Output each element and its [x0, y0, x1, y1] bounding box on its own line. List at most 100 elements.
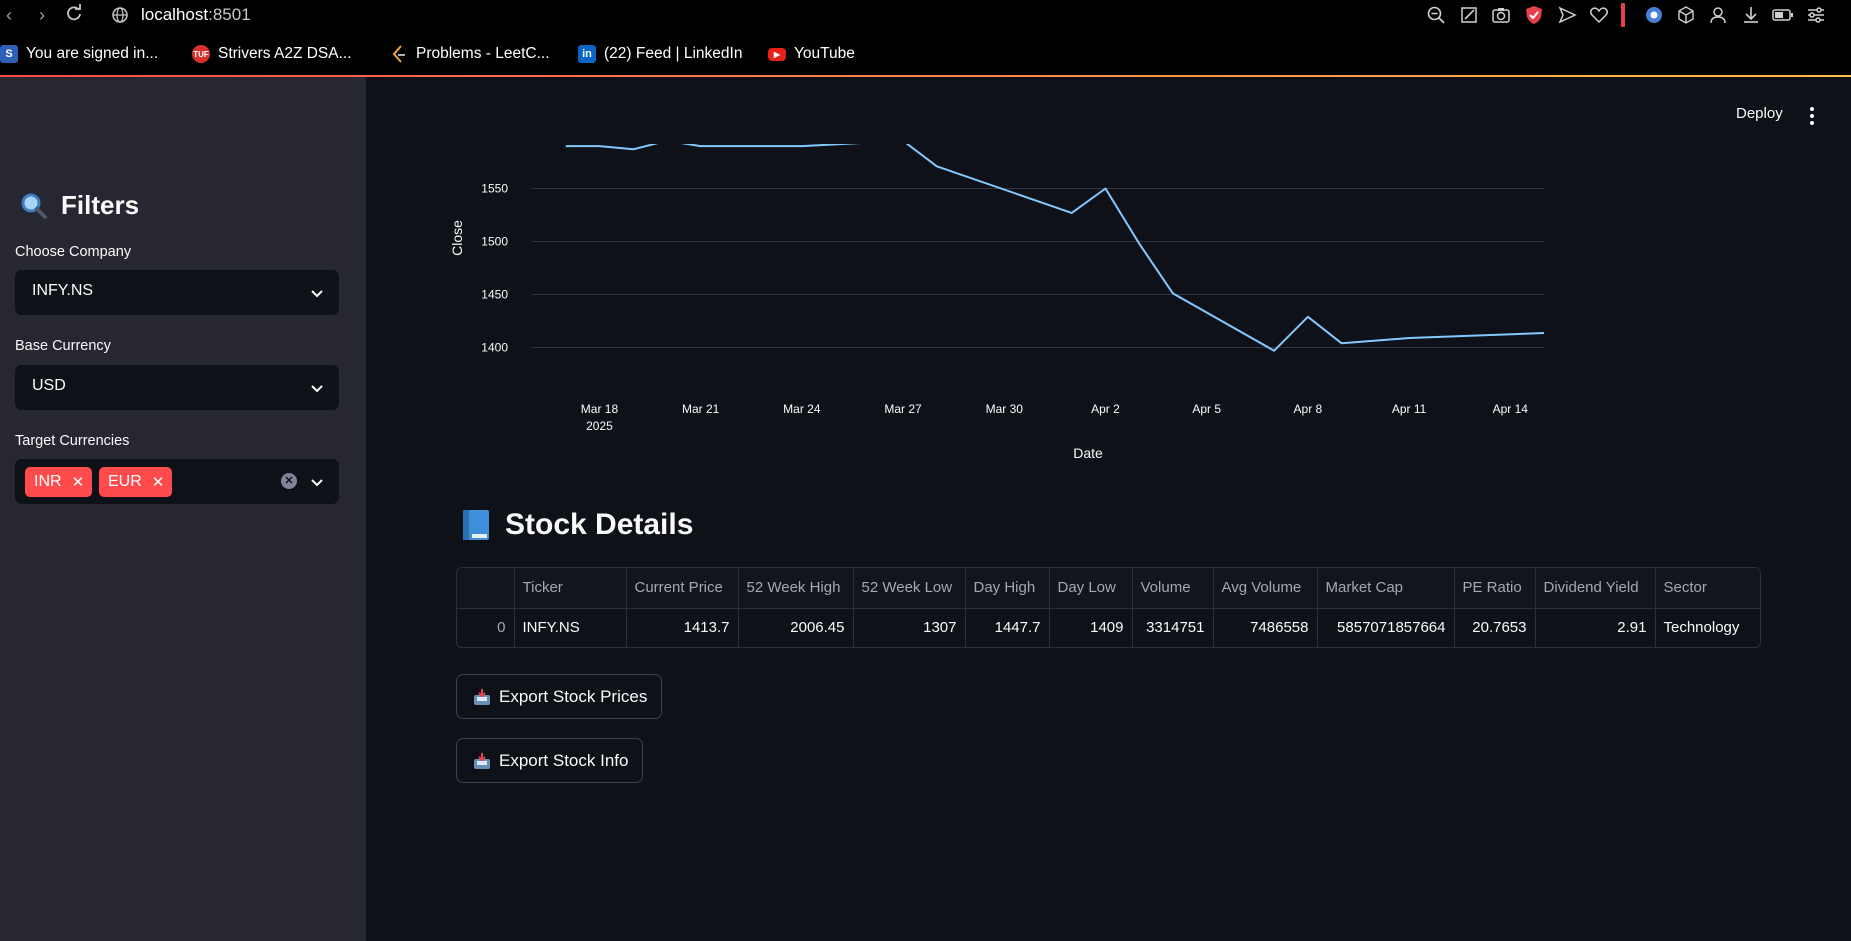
y-tick-label: 1450 [481, 288, 508, 302]
zoom-out-icon[interactable] [1425, 4, 1447, 26]
x-tick-year-label: 2025 [586, 419, 613, 433]
x-tick-label: Mar 18 [581, 402, 619, 416]
chart-series-group [565, 141, 1544, 352]
close-price-line[interactable] [565, 141, 1544, 352]
column-header[interactable]: 52 Week Low [853, 568, 966, 609]
currency-tag-label: EUR [108, 473, 142, 490]
table-cell[interactable]: 5857071857664 [1317, 608, 1455, 647]
leetcode-icon [390, 45, 408, 63]
column-header[interactable]: Current Price [626, 568, 739, 609]
table-cell[interactable]: 20.7653 [1454, 608, 1536, 647]
stock-details-table[interactable]: Ticker Current Price 52 Week High 52 Wee… [456, 567, 1761, 648]
magnifier-icon [21, 193, 47, 219]
bookmark-item[interactable]: Problems - LeetC... [390, 43, 550, 65]
x-tick-label: Apr 8 [1294, 402, 1323, 416]
base-currency-select[interactable]: USD [15, 365, 339, 410]
company-select[interactable]: INFY.NS [15, 270, 339, 315]
export-stock-prices-button[interactable]: Export Stock Prices [456, 674, 663, 719]
column-header[interactable]: PE Ratio [1454, 568, 1536, 609]
camera-icon[interactable] [1490, 4, 1512, 26]
column-header-index[interactable] [457, 568, 515, 609]
blue-book-icon [463, 510, 489, 540]
row-index-cell[interactable]: 0 [457, 608, 515, 647]
address-bar[interactable]: localhost:8501 [141, 4, 251, 26]
main-menu-icon[interactable] [1807, 106, 1817, 126]
table-cell[interactable]: 2.91 [1535, 608, 1656, 647]
forward-icon[interactable]: › [31, 4, 53, 26]
s-badge-icon: S [0, 45, 18, 63]
remove-tag-icon[interactable]: ✕ [72, 473, 85, 491]
column-header[interactable]: Sector [1655, 568, 1760, 609]
table-cell[interactable]: 1447.7 [965, 608, 1050, 647]
shield-extension-icon[interactable] [1523, 4, 1545, 26]
table-cell[interactable]: 3314751 [1132, 608, 1214, 647]
chevron-down-icon [311, 479, 323, 487]
sidebar-title-text: Filters [61, 190, 140, 220]
x-tick-label: Mar 21 [682, 402, 720, 416]
table-cell[interactable]: 2006.45 [738, 608, 854, 647]
table-cell[interactable]: INFY.NS [514, 608, 627, 647]
heart-icon[interactable] [1588, 4, 1610, 26]
bookmarks-bar: S You are signed in... TUF Strivers A2Z … [0, 30, 1851, 76]
button-label: Export Stock Prices [499, 686, 648, 706]
column-header[interactable]: Market Cap [1317, 568, 1455, 609]
table-cell[interactable]: Technology [1655, 608, 1760, 647]
remove-tag-icon[interactable]: ✕ [152, 473, 165, 491]
close-price-chart[interactable]: 1400145015001550 Mar 182025Mar 21 Mar 24 M… [440, 120, 1660, 470]
send-icon[interactable] [1556, 4, 1578, 26]
y-tick-label: 1550 [481, 182, 508, 196]
column-header[interactable]: Day High [965, 568, 1050, 609]
stock-details-heading: Stock Details [461, 508, 693, 542]
base-currency-select-value: USD [32, 377, 66, 394]
profile-icon[interactable] [1707, 4, 1729, 26]
target-currencies-multiselect[interactable]: INR ✕ EUR ✕ ✕ [15, 459, 339, 504]
column-header[interactable]: Ticker [514, 568, 627, 609]
x-axis-label: Date [1073, 445, 1103, 461]
x-axis-ticks: Mar 18 2025 Mar 21 Mar 24 Mar 27 Mar 30 Apr 2 A… [581, 402, 1528, 433]
y-tick-label: 1400 [481, 341, 508, 355]
site-info-icon[interactable] [110, 4, 132, 26]
extension-gear-icon[interactable] [1643, 4, 1665, 26]
bookmark-item[interactable]: in (22) Feed | LinkedIn [578, 43, 742, 65]
table-cell[interactable]: 1413.7 [626, 608, 739, 647]
column-header[interactable]: Volume [1132, 568, 1214, 609]
download-icon[interactable] [1740, 4, 1762, 26]
sidebar-title: Filters [19, 190, 139, 221]
edit-icon[interactable] [1458, 4, 1480, 26]
clear-all-icon[interactable]: ✕ [281, 473, 297, 489]
chart-gridlines [532, 188, 1544, 349]
bookmark-item[interactable]: S You are signed in... [0, 43, 158, 65]
reload-icon[interactable] [63, 4, 85, 26]
base-currency-label: Base Currency [15, 338, 111, 354]
x-tick-label: Apr 11 [1392, 402, 1427, 416]
column-header[interactable]: 52 Week High [738, 568, 854, 609]
url-port: :8501 [208, 5, 251, 24]
cube-icon[interactable] [1675, 4, 1697, 26]
chevron-down-icon [311, 290, 323, 298]
y-axis-label: Close [449, 220, 465, 256]
bookmark-item[interactable]: ▶ YouTube [768, 43, 855, 65]
export-stock-info-button[interactable]: Export Stock Info [456, 738, 644, 783]
back-icon[interactable]: ‹ [0, 4, 20, 26]
deploy-button[interactable]: Deploy [1736, 105, 1783, 122]
x-tick-label: Mar 30 [986, 402, 1024, 416]
table-cell[interactable]: 7486558 [1213, 608, 1318, 647]
section-title-text: Stock Details [505, 508, 694, 541]
youtube-icon: ▶ [768, 47, 786, 61]
y-axis-ticks: 1400 1450 1500 1550 [481, 182, 508, 355]
currency-tag-inr[interactable]: INR ✕ [25, 467, 93, 497]
table-cell[interactable]: 1409 [1049, 608, 1133, 647]
target-currencies-label: Target Currencies [15, 433, 130, 449]
column-header[interactable]: Avg Volume [1213, 568, 1318, 609]
table-cell[interactable]: 1307 [853, 608, 966, 647]
column-header[interactable]: Day Low [1049, 568, 1133, 609]
bookmark-label: Problems - LeetC... [416, 45, 550, 62]
company-select-value: INFY.NS [32, 282, 94, 299]
column-header[interactable]: Dividend Yield [1535, 568, 1656, 609]
bookmark-item[interactable]: TUF Strivers A2Z DSA... [192, 43, 352, 65]
settings-sliders-icon[interactable] [1805, 4, 1827, 26]
tuf-logo-icon: TUF [192, 45, 210, 63]
inbox-tray-icon [474, 688, 490, 705]
currency-tag-eur[interactable]: EUR ✕ [99, 467, 173, 497]
table-header-row: Ticker Current Price 52 Week High 52 Wee… [457, 568, 1760, 609]
